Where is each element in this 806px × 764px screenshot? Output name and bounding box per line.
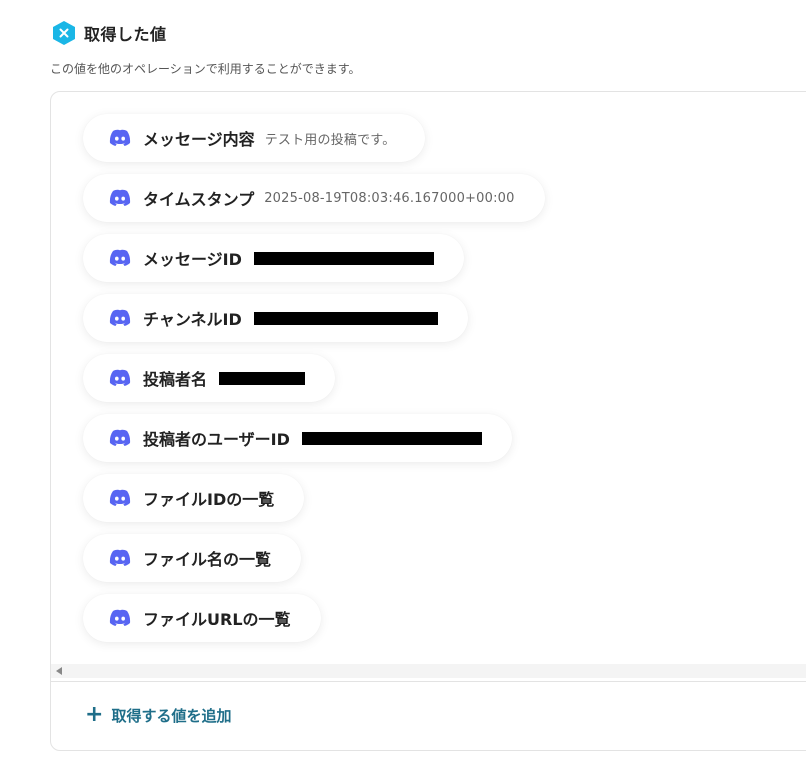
discord-icon <box>109 549 131 567</box>
redacted-value <box>219 371 306 385</box>
section-header: 取得した値 <box>52 20 167 46</box>
divider <box>51 681 806 682</box>
redacted-value <box>253 251 434 265</box>
add-value-label: 取得する値を追加 <box>111 706 232 725</box>
horizontal-scrollbar[interactable] <box>51 664 806 678</box>
discord-icon <box>109 489 131 507</box>
discord-icon <box>109 609 131 627</box>
value-list: メッセージ内容 テスト用の投稿です。 タイムスタンプ 2025-08-19T08… <box>83 114 545 654</box>
value-chip-label: 投稿者名 <box>143 370 208 389</box>
value-chip-label: チャンネルID <box>143 310 242 329</box>
value-chip-message-content[interactable]: メッセージ内容 テスト用の投稿です。 <box>83 114 426 162</box>
discord-icon <box>109 249 131 267</box>
value-chip-author-user-id[interactable]: 投稿者のユーザーID <box>83 414 512 462</box>
value-chip-author-name[interactable]: 投稿者名 <box>83 354 336 402</box>
value-chip-file-names[interactable]: ファイル名の一覧 <box>83 534 302 582</box>
value-chip-label: メッセージ内容 <box>143 130 255 149</box>
value-chip-label: 投稿者のユーザーID <box>143 430 290 449</box>
discord-icon <box>109 189 131 207</box>
values-panel: メッセージ内容 テスト用の投稿です。 タイムスタンプ 2025-08-19T08… <box>50 91 806 751</box>
scroll-left-icon[interactable] <box>56 667 62 675</box>
value-chip-file-urls[interactable]: ファイルURLの一覧 <box>83 594 321 642</box>
redacted-value <box>301 431 482 445</box>
value-chip-label: メッセージID <box>143 250 242 269</box>
value-chip-label: ファイル名の一覧 <box>143 550 272 569</box>
section-description: この値を他のオペレーションで利用することができます。 <box>50 62 361 76</box>
value-chip-message-id[interactable]: メッセージID <box>83 234 464 282</box>
redacted-value <box>253 311 438 325</box>
value-chip-channel-id[interactable]: チャンネルID <box>83 294 468 342</box>
discord-icon <box>109 309 131 327</box>
section-title: 取得した値 <box>84 25 167 44</box>
hexagon-x-icon <box>52 20 76 46</box>
discord-icon <box>109 429 131 447</box>
discord-icon <box>109 369 131 387</box>
value-chip-label: タイムスタンプ <box>143 190 255 209</box>
value-chip-file-ids[interactable]: ファイルIDの一覧 <box>83 474 305 522</box>
page: 取得した値 この値を他のオペレーションで利用することができます。 メッセージ内容… <box>0 0 806 764</box>
value-chip-sample: テスト用の投稿です。 <box>264 132 396 148</box>
value-chip-label: ファイルURLの一覧 <box>143 610 291 629</box>
plus-icon: + <box>85 702 104 727</box>
value-chip-timestamp[interactable]: タイムスタンプ 2025-08-19T08:03:46.167000+00:00 <box>83 174 545 222</box>
value-chip-sample: 2025-08-19T08:03:46.167000+00:00 <box>264 190 515 206</box>
add-value-button[interactable]: + 取得する値を追加 <box>85 704 231 726</box>
value-chip-label: ファイルIDの一覧 <box>143 490 275 509</box>
discord-icon <box>109 129 131 147</box>
